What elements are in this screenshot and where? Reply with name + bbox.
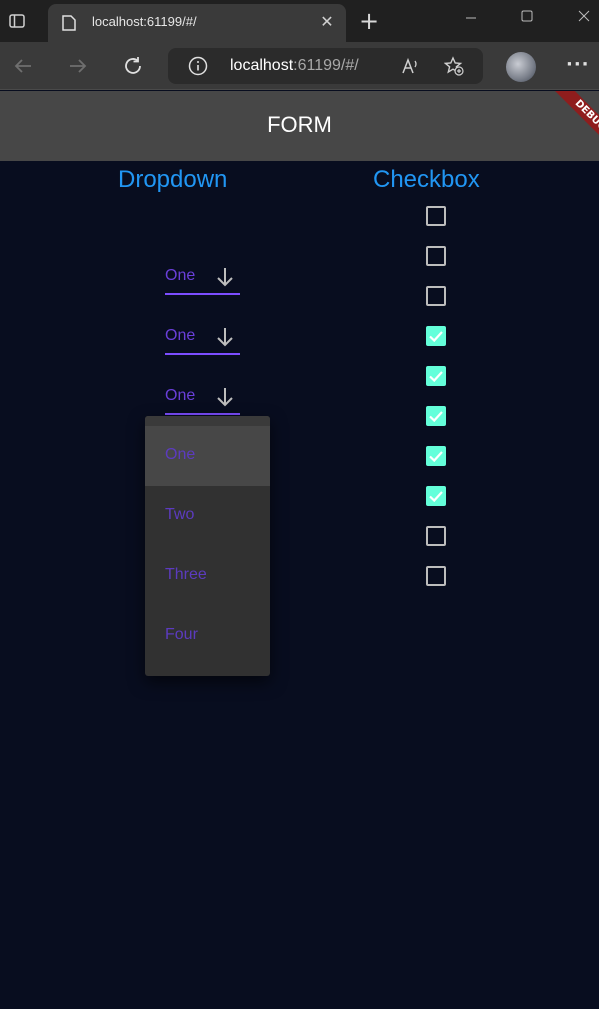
dropdown-column-title: Dropdown: [118, 166, 228, 193]
arrow-down-icon: [217, 328, 233, 347]
check-icon: [429, 411, 443, 423]
arrow-down-icon: [217, 268, 233, 287]
dropdown-3[interactable]: One: [165, 385, 240, 415]
maximize-icon[interactable]: [512, 6, 542, 28]
menu-item-label: One: [165, 446, 196, 463]
menu-item-three[interactable]: Three: [145, 546, 270, 606]
dropdown-value: One: [165, 327, 196, 344]
arrow-down-icon: [217, 388, 233, 407]
dropdown-2[interactable]: One: [165, 325, 240, 355]
menu-item-label: Four: [165, 626, 198, 643]
minimize-icon[interactable]: [456, 6, 486, 28]
address-bar[interactable]: localhost:61199/#/: [168, 48, 483, 84]
browser-tab-bar: localhost:61199/#/ ✕ +: [0, 0, 599, 42]
browser-tab[interactable]: localhost:61199/#/ ✕: [48, 4, 346, 42]
checkbox-9[interactable]: [426, 526, 446, 546]
dropdown-menu: One Two Three Four: [145, 416, 270, 676]
checkbox-2[interactable]: [426, 246, 446, 266]
new-tab-icon[interactable]: +: [358, 9, 380, 33]
address-host: localhost: [230, 57, 294, 74]
checkbox-4[interactable]: [426, 326, 446, 346]
tab-actions-icon[interactable]: [6, 10, 28, 32]
refresh-icon[interactable]: [121, 54, 145, 78]
address-path: :61199/#/: [293, 57, 359, 74]
info-icon[interactable]: [188, 56, 208, 76]
checkbox-6[interactable]: [426, 406, 446, 426]
dropdown-value: One: [165, 267, 196, 284]
checkbox-5[interactable]: [426, 366, 446, 386]
menu-item-four[interactable]: Four: [145, 606, 270, 666]
check-icon: [429, 371, 443, 383]
page-title: FORM: [267, 112, 332, 137]
menu-item-label: Three: [165, 566, 207, 583]
more-icon[interactable]: ···: [566, 54, 590, 75]
dropdown-value: One: [165, 387, 196, 404]
checkbox-1[interactable]: [426, 206, 446, 226]
check-icon: [429, 331, 443, 343]
tab-title: localhost:61199/#/: [92, 14, 197, 29]
menu-item-one[interactable]: One: [145, 426, 270, 486]
checkbox-column-title: Checkbox: [373, 166, 480, 193]
checkbox-10[interactable]: [426, 566, 446, 586]
checkbox-3[interactable]: [426, 286, 446, 306]
add-favorite-icon[interactable]: [444, 56, 464, 76]
checkbox-8[interactable]: [426, 486, 446, 506]
forward-arrow-icon[interactable]: [66, 54, 90, 78]
app-bar: FORM DEBUG: [0, 91, 599, 161]
address-url: localhost:61199/#/: [230, 57, 359, 75]
profile-avatar[interactable]: [506, 52, 536, 82]
checkbox-7[interactable]: [426, 446, 446, 466]
check-icon: [429, 451, 443, 463]
dropdown-1[interactable]: One: [165, 265, 240, 295]
menu-item-two[interactable]: Two: [145, 486, 270, 546]
back-arrow-icon[interactable]: [11, 54, 35, 78]
close-window-icon[interactable]: [569, 6, 599, 28]
menu-item-label: Two: [165, 506, 195, 523]
read-aloud-icon[interactable]: [400, 56, 420, 76]
menu-header: [145, 416, 270, 426]
check-icon: [429, 491, 443, 503]
tab-close-icon[interactable]: ✕: [318, 13, 336, 31]
browser-toolbar: localhost:61199/#/ ···: [0, 42, 599, 90]
page-favicon-icon: [62, 15, 76, 31]
